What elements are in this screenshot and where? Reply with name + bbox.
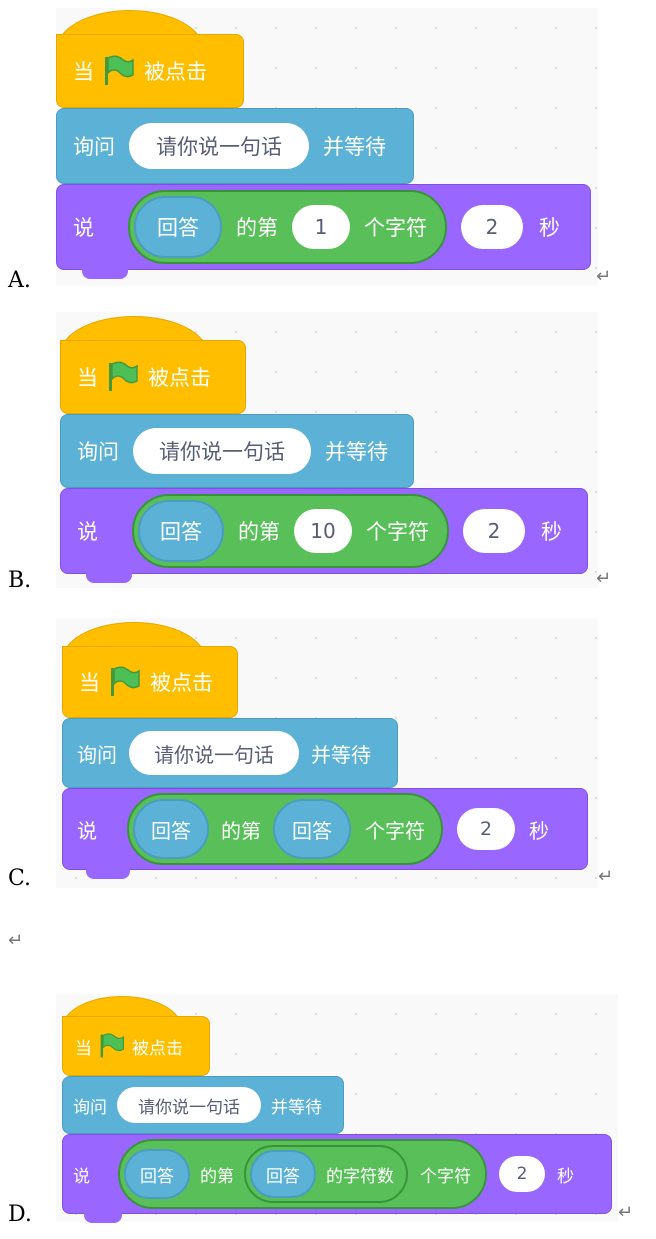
length-of-reporter[interactable]: 回答 的字符数 — [244, 1145, 408, 1203]
seconds-unit: 秒 — [557, 1166, 574, 1187]
ask-and-wait-block[interactable]: 询问 请你说一句话 并等待 — [62, 1076, 344, 1134]
letter-of-mid: 的第 — [200, 1166, 234, 1187]
hat-prefix: 当 — [75, 1038, 92, 1059]
say-for-secs-block[interactable]: 说 回答 的第 回答 的字符数 个字符 2 秒 — [62, 1134, 612, 1214]
letter-of-suffix: 个字符 — [420, 1166, 471, 1187]
green-flag-icon — [100, 1033, 124, 1058]
option-d: 当 被点击 询问 请你说一句话 并等待 说 回答 的第 回答 的字符数 个字符 … — [0, 0, 656, 1239]
ask-question-input[interactable]: 请你说一句话 — [117, 1087, 261, 1123]
hat-suffix: 被点击 — [132, 1038, 183, 1059]
ask-prefix: 询问 — [73, 1097, 107, 1118]
ask-suffix: 并等待 — [271, 1097, 322, 1118]
length-of-suffix: 的字符数 — [326, 1166, 394, 1187]
seconds-input[interactable]: 2 — [499, 1156, 545, 1192]
option-label: D. — [8, 1202, 32, 1227]
when-flag-clicked-block[interactable]: 当 被点击 — [62, 1016, 210, 1076]
block-notch — [84, 1213, 122, 1223]
answer-reporter[interactable]: 回答 — [124, 1149, 190, 1199]
return-mark: ↵ — [618, 1202, 634, 1223]
letter-of-reporter[interactable]: 回答 的第 回答 的字符数 个字符 — [118, 1139, 487, 1209]
say-prefix: 说 — [73, 1166, 90, 1187]
length-answer-reporter[interactable]: 回答 — [250, 1150, 316, 1198]
